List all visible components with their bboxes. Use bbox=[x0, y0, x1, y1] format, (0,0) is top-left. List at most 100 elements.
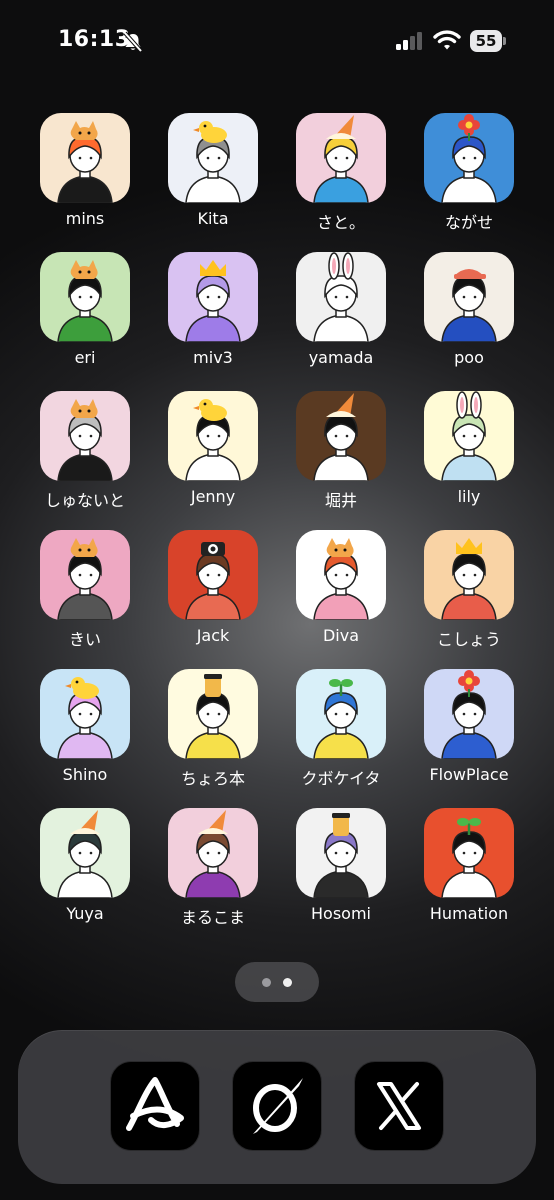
avatar-sprout-icon bbox=[296, 669, 386, 759]
app-icon-image[interactable] bbox=[168, 391, 258, 481]
app-icon-13[interactable]: きい bbox=[26, 530, 134, 660]
avatar-cat-icon bbox=[40, 113, 130, 203]
app-label: 堀井 bbox=[324, 491, 357, 510]
page-dot-1[interactable] bbox=[262, 978, 271, 987]
app-icon-image[interactable] bbox=[168, 113, 258, 203]
app-icon-image[interactable] bbox=[424, 669, 514, 759]
app-icon-image[interactable] bbox=[40, 669, 130, 759]
app-icon-image[interactable] bbox=[296, 113, 386, 203]
avatar-cone-icon bbox=[168, 808, 258, 898]
app-icon-7[interactable]: yamada bbox=[282, 252, 390, 382]
app-icon-3[interactable]: さと。 bbox=[282, 113, 390, 243]
app-icon-image[interactable] bbox=[296, 808, 386, 898]
app-icon-image[interactable] bbox=[296, 391, 386, 481]
app-label: Kita bbox=[197, 209, 229, 228]
app-label: さと。 bbox=[316, 213, 365, 232]
slashed-circle-icon bbox=[253, 1078, 303, 1134]
app-icon-image[interactable] bbox=[296, 669, 386, 759]
avatar-duck-icon bbox=[168, 113, 258, 203]
app-label: yamada bbox=[308, 348, 374, 367]
page-indicator[interactable] bbox=[235, 962, 319, 1002]
app-icon-image[interactable] bbox=[296, 530, 386, 620]
avatar-flower-icon bbox=[424, 113, 514, 203]
avatar-crown-icon bbox=[168, 252, 258, 342]
app-label: こしょう bbox=[436, 630, 501, 649]
avatar-cap-icon bbox=[424, 252, 514, 342]
x-logo-icon bbox=[377, 1082, 421, 1130]
app-icon-image[interactable] bbox=[424, 391, 514, 481]
app-icon-image[interactable] bbox=[40, 391, 130, 481]
dock-app-a-logo[interactable] bbox=[110, 1061, 200, 1151]
app-icon-image[interactable] bbox=[424, 113, 514, 203]
app-icon-9[interactable]: しゅないと bbox=[26, 391, 134, 521]
avatar-bunny-icon bbox=[424, 391, 514, 481]
app-icon-24[interactable]: Humation bbox=[410, 808, 518, 938]
app-icon-5[interactable]: eri bbox=[26, 252, 134, 382]
avatar-bunny-icon bbox=[296, 252, 386, 342]
app-label: Hosomi bbox=[311, 904, 371, 923]
app-icon-image[interactable] bbox=[40, 113, 130, 203]
a-logo-icon bbox=[126, 1077, 184, 1131]
avatar-camera-icon bbox=[168, 530, 258, 620]
avatar-duck-icon bbox=[168, 391, 258, 481]
app-icon-image[interactable] bbox=[424, 808, 514, 898]
app-icon-image[interactable] bbox=[168, 252, 258, 342]
app-icon-18[interactable]: ちょろ本 bbox=[154, 669, 262, 799]
avatar-cone-icon bbox=[296, 391, 386, 481]
app-icon-image[interactable] bbox=[40, 808, 130, 898]
app-label: Jack bbox=[196, 626, 230, 645]
app-icon-20[interactable]: FlowPlace bbox=[410, 669, 518, 799]
dock-app-x[interactable] bbox=[354, 1061, 444, 1151]
avatar-cone-icon bbox=[296, 113, 386, 203]
app-icon-17[interactable]: Shino bbox=[26, 669, 134, 799]
avatar-cat-icon bbox=[40, 391, 130, 481]
app-icon-image[interactable] bbox=[424, 530, 514, 620]
app-icon-6[interactable]: miv3 bbox=[154, 252, 262, 382]
app-icon-2[interactable]: Kita bbox=[154, 113, 262, 243]
dock bbox=[18, 1030, 536, 1184]
app-label: クボケイタ bbox=[301, 769, 381, 788]
avatar-duck-icon bbox=[40, 669, 130, 759]
app-label: FlowPlace bbox=[429, 765, 509, 784]
app-icon-19[interactable]: クボケイタ bbox=[282, 669, 390, 799]
app-label: Diva bbox=[322, 626, 360, 645]
app-icon-14[interactable]: Jack bbox=[154, 530, 262, 660]
app-icon-image[interactable] bbox=[296, 252, 386, 342]
app-icon-image[interactable] bbox=[168, 669, 258, 759]
app-label: miv3 bbox=[193, 348, 233, 367]
app-icon-8[interactable]: poo bbox=[410, 252, 518, 382]
app-label: lily bbox=[457, 487, 481, 506]
app-icon-11[interactable]: 堀井 bbox=[282, 391, 390, 521]
app-icon-image[interactable] bbox=[424, 252, 514, 342]
app-label: poo bbox=[454, 348, 484, 367]
app-icon-4[interactable]: ながせ bbox=[410, 113, 518, 243]
app-label: しゅないと bbox=[44, 491, 125, 510]
avatar-cat-icon bbox=[40, 252, 130, 342]
app-icon-image[interactable] bbox=[168, 808, 258, 898]
app-label: Jenny bbox=[190, 487, 236, 506]
avatar-sprout-icon bbox=[424, 808, 514, 898]
app-icon-1[interactable]: mins bbox=[26, 113, 134, 243]
avatar-jar-icon bbox=[168, 669, 258, 759]
app-icon-image[interactable] bbox=[40, 530, 130, 620]
app-icon-image[interactable] bbox=[40, 252, 130, 342]
app-label: mins bbox=[65, 209, 105, 228]
avatar-crown-icon bbox=[424, 530, 514, 620]
dock-app-slashed-circle[interactable] bbox=[232, 1061, 322, 1151]
page-dot-2-active[interactable] bbox=[283, 978, 292, 987]
app-icon-21[interactable]: Yuya bbox=[26, 808, 134, 938]
avatar-jar-icon bbox=[296, 808, 386, 898]
app-label: Yuya bbox=[66, 904, 104, 923]
app-label: きい bbox=[68, 630, 101, 649]
avatar-cone-icon bbox=[40, 808, 130, 898]
app-icon-image[interactable] bbox=[168, 530, 258, 620]
app-icon-23[interactable]: Hosomi bbox=[282, 808, 390, 938]
app-icon-12[interactable]: lily bbox=[410, 391, 518, 521]
app-icon-15[interactable]: Diva bbox=[282, 530, 390, 660]
app-label: ながせ bbox=[444, 213, 493, 232]
avatar-cat-icon bbox=[296, 530, 386, 620]
app-icon-16[interactable]: こしょう bbox=[410, 530, 518, 660]
app-label: eri bbox=[74, 348, 96, 367]
app-icon-22[interactable]: まるこま bbox=[154, 808, 262, 938]
app-icon-10[interactable]: Jenny bbox=[154, 391, 262, 521]
